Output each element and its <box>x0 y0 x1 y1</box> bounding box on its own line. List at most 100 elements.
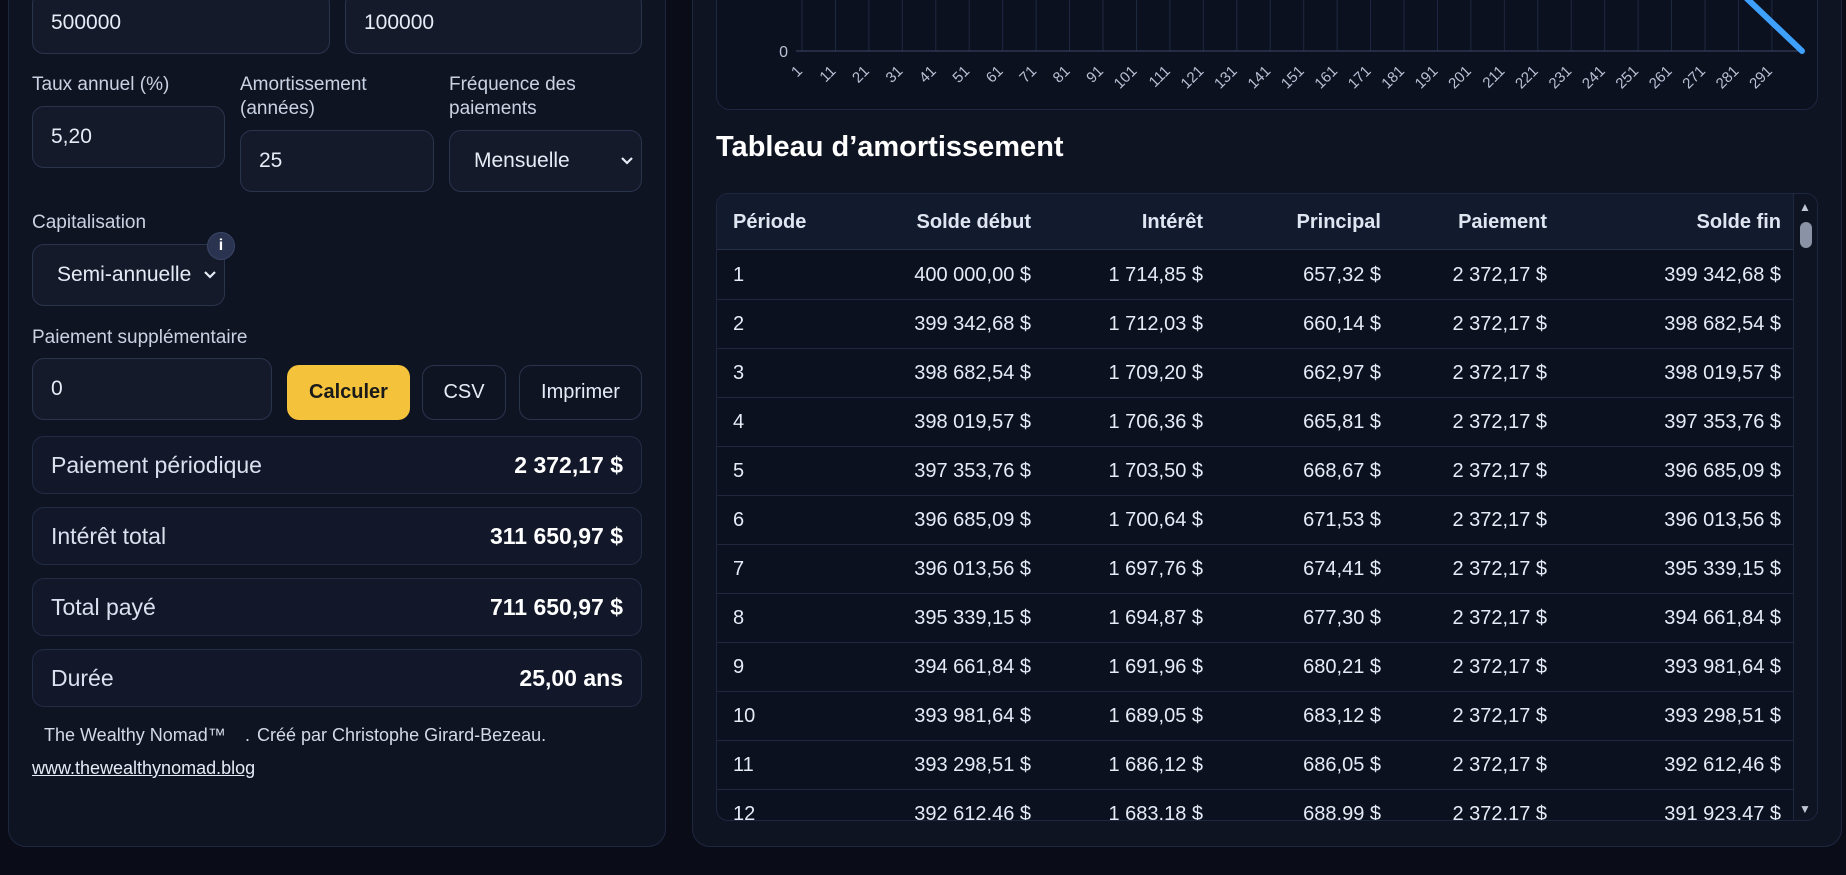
x-tick-label: 261 <box>1646 63 1676 93</box>
compounding-select-value: Semi-annuelle <box>57 263 192 286</box>
table-cell: 3 <box>733 362 745 384</box>
x-tick-label: 281 <box>1713 63 1743 93</box>
extra-payment-input[interactable]: 0 <box>32 358 272 420</box>
x-tick-label: 271 <box>1679 63 1709 93</box>
table-cell: 671,53 $ <box>1303 509 1381 531</box>
y-tick-label: 0 <box>779 44 788 61</box>
table-cell: 1 709,20 $ <box>1108 362 1203 384</box>
amortization-table-title: Tableau d’amortissement <box>716 131 1064 163</box>
table-cell: 662,97 $ <box>1303 362 1381 384</box>
summary-total-interest: Intérêt total 311 650,97 $ <box>32 507 642 565</box>
x-tick-label: 11 <box>816 63 839 86</box>
table-cell: 396 013,56 $ <box>1664 509 1781 531</box>
table-cell: 686,05 $ <box>1303 754 1381 776</box>
table-cell: 1 700,64 $ <box>1108 509 1203 531</box>
scroll-down-icon[interactable]: ▼ <box>1799 802 1811 816</box>
summary-value: 2 372,17 $ <box>514 451 623 478</box>
x-tick-label: 21 <box>849 63 873 87</box>
table-row: 12 392 612,46 $ 1 683,18 $ 688,99 $ 2 372,17… <box>717 790 1795 821</box>
table-row: 7 396 013,56 $ 1 697,76 $ 674,41 $ 2 372,17 … <box>717 545 1795 594</box>
table-cell: 395 339,15 $ <box>1664 558 1781 580</box>
rate-input[interactable]: 5,20 <box>32 106 225 168</box>
calculate-button[interactable]: Calculer <box>287 365 410 420</box>
compounding-select[interactable]: Semi-annuelle <box>32 244 225 306</box>
table-cell: 398 019,57 $ <box>1664 362 1781 384</box>
table-cell: 398 682,54 $ <box>914 362 1031 384</box>
amortization-input[interactable]: 25 <box>240 130 434 192</box>
table-row: 1 400 000,00 $ 1 714,85 $ 657,32 $ 2 372,17 … <box>717 251 1795 300</box>
x-tick-label: 291 <box>1746 63 1776 93</box>
table-cell: 2 372,17 $ <box>1452 754 1547 776</box>
table-row: 8 395 339,15 $ 1 694,87 $ 677,30 $ 2 372,17 … <box>717 594 1795 643</box>
info-icon[interactable]: i <box>207 232 235 260</box>
table-cell: 397 353,76 $ <box>1664 411 1781 433</box>
table-row: 4 398 019,57 $ 1 706,36 $ 665,81 $ 2 372,17 … <box>717 398 1795 447</box>
table-scrollbar[interactable]: ▲ ▼ <box>1793 194 1817 820</box>
scroll-thumb[interactable] <box>1800 222 1812 248</box>
x-tick-label: 191 <box>1412 63 1442 93</box>
table-cell: 2 372,17 $ <box>1452 607 1547 629</box>
table-cell: 1 683,18 $ <box>1108 803 1203 821</box>
csv-button[interactable]: CSV <box>422 365 506 420</box>
table-cell: 674,41 $ <box>1303 558 1381 580</box>
table-cell: 1 712,03 $ <box>1108 313 1203 335</box>
table-row: 11 393 298,51 $ 1 686,12 $ 686,05 $ 2 372,17… <box>717 741 1795 790</box>
summary-value: 25,00 ans <box>519 664 623 691</box>
frequency-select[interactable]: Mensuelle <box>449 130 642 192</box>
table-cell: 6 <box>733 509 745 531</box>
x-tick-label: 111 <box>1146 63 1174 91</box>
print-button[interactable]: Imprimer <box>519 365 642 420</box>
table-row: 5 397 353,76 $ 1 703,50 $ 668,67 $ 2 372,17 … <box>717 447 1795 496</box>
table-cell: 398 682,54 $ <box>1664 313 1781 335</box>
table-cell: 1 694,87 $ <box>1108 607 1203 629</box>
table-cell: 660,14 $ <box>1303 313 1381 335</box>
chevron-down-icon <box>613 156 641 166</box>
table-cell: 397 353,76 $ <box>914 460 1031 482</box>
summary-label: Total payé <box>51 593 156 620</box>
column-header: Principal <box>1296 211 1381 233</box>
down-payment-input[interactable]: 100000 <box>345 0 642 54</box>
table-cell: 7 <box>733 558 745 580</box>
table-cell: 1 689,05 $ <box>1108 705 1203 727</box>
table-cell: 393 981,64 $ <box>914 705 1031 727</box>
table-cell: 2 372,17 $ <box>1452 313 1547 335</box>
summary-value: 711 650,97 $ <box>489 593 623 620</box>
x-tick-label: 131 <box>1211 63 1241 93</box>
table-cell: 668,67 $ <box>1303 460 1381 482</box>
frequency-select-value: Mensuelle <box>474 149 570 172</box>
summary-total-paid: Total payé 711 650,97 $ <box>32 578 642 636</box>
scroll-up-icon[interactable]: ▲ <box>1799 200 1811 214</box>
summary-periodic-payment: Paiement périodique 2 372,17 $ <box>32 436 642 494</box>
table-cell: 396 685,09 $ <box>914 509 1031 531</box>
price-input[interactable]: 500000 <box>32 0 330 54</box>
table-cell: 683,12 $ <box>1303 705 1381 727</box>
balance-chart: 0 1 11 21 31 41 51 61 71 81 91 101 111 121 131 141 151 16… <box>716 0 1818 110</box>
amortization-label: Amortissement (années) <box>240 74 367 119</box>
x-tick-label: 61 <box>983 63 1007 87</box>
table-cell: 1 686,12 $ <box>1108 754 1203 776</box>
table-cell: 1 706,36 $ <box>1108 411 1203 433</box>
footer-separator: . <box>245 725 251 745</box>
x-tick-label: 171 <box>1345 63 1375 93</box>
summary-label: Paiement périodique <box>51 451 262 478</box>
table-cell: 393 981,64 $ <box>1664 656 1781 678</box>
table-cell: 400 000,00 $ <box>914 264 1031 286</box>
table-header: Période Solde début Intérêt Principal Pa… <box>717 194 1795 250</box>
footer-website-link[interactable]: www.thewealthynomad.blog <box>32 758 255 779</box>
column-header: Solde début <box>916 211 1031 233</box>
column-header: Solde fin <box>1696 211 1781 233</box>
table-cell: 688,99 $ <box>1303 803 1381 821</box>
table-cell: 2 372,17 $ <box>1452 460 1547 482</box>
footer-brand: The Wealthy Nomad™ <box>44 725 226 745</box>
x-tick-label: 151 <box>1278 63 1308 93</box>
table-cell: 2 372,17 $ <box>1452 803 1547 821</box>
table-cell: 2 372,17 $ <box>1452 264 1547 286</box>
table-cell: 2 372,17 $ <box>1452 705 1547 727</box>
x-tick-label: 121 <box>1178 63 1208 93</box>
summary-label: Intérêt total <box>51 522 167 549</box>
chevron-down-icon <box>196 270 224 280</box>
column-header: Paiement <box>1458 211 1547 233</box>
x-tick-label: 231 <box>1546 63 1576 93</box>
table-cell: 677,30 $ <box>1303 607 1381 629</box>
table-cell: 399 342,68 $ <box>914 313 1031 335</box>
